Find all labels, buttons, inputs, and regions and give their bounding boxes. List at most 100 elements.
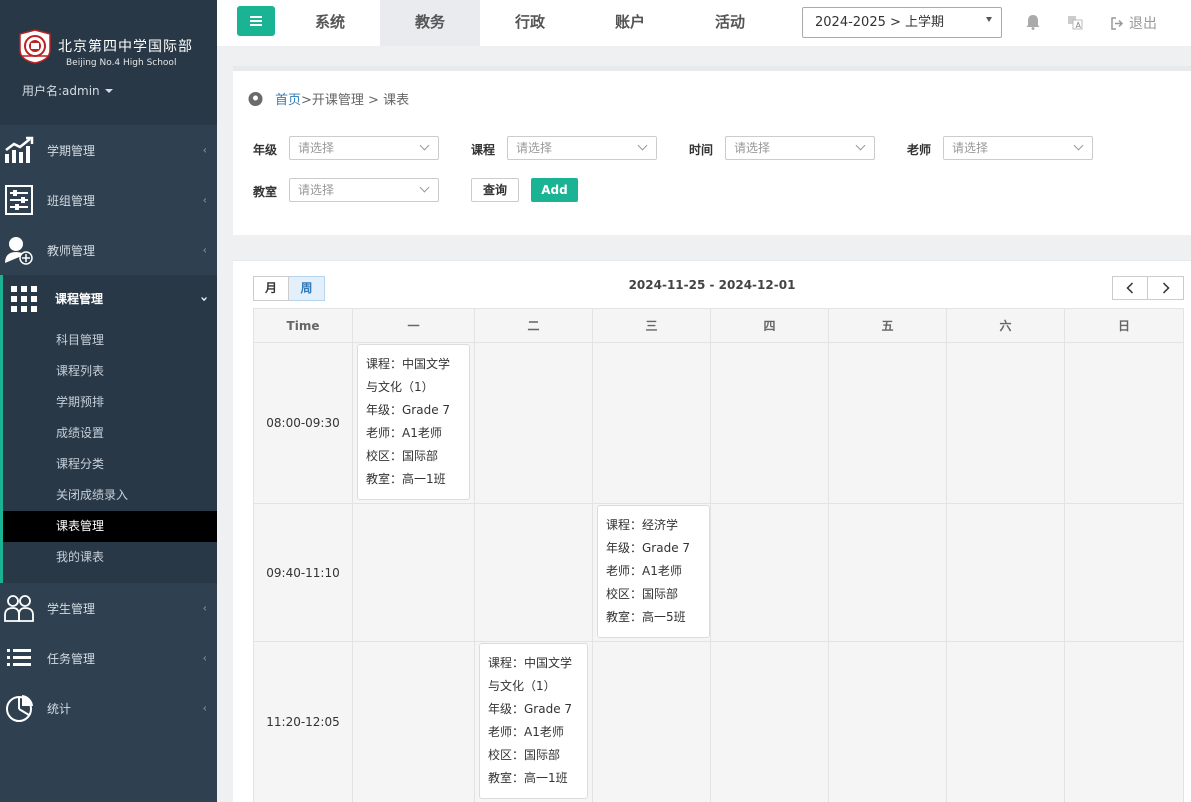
- tab-academic[interactable]: 教务: [380, 0, 480, 46]
- calendar-cell[interactable]: [946, 503, 1065, 642]
- menu-toggle-button[interactable]: [237, 6, 275, 36]
- event-course-line: 课程：中国文学: [488, 656, 573, 670]
- svg-text:A: A: [1076, 21, 1082, 30]
- add-button[interactable]: Add: [531, 178, 578, 202]
- nav-class-management[interactable]: 班组管理 ‹: [0, 175, 217, 225]
- submenu-course-list[interactable]: 课程列表: [3, 356, 217, 387]
- course-event-card[interactable]: 课程：中国文学 与文化（1） 年级：Grade 7 老师：A1老师 校区：国际部…: [357, 344, 470, 500]
- submenu-course-category[interactable]: 课程分类: [3, 449, 217, 480]
- logout-label: 退出: [1129, 16, 1157, 32]
- chevron-left-icon: [1126, 282, 1134, 294]
- calendar-cell[interactable]: [710, 503, 829, 642]
- chevron-left-icon: ‹: [202, 651, 207, 665]
- tab-account[interactable]: 账户: [580, 0, 680, 46]
- course-event-card[interactable]: 课程：经济学 年级：Grade 7 老师：A1老师 校区：国际部 教室：高一5班: [597, 505, 710, 638]
- event-classroom: 教室：高一5班: [606, 610, 686, 624]
- tab-system[interactable]: 系统: [280, 0, 380, 46]
- day-header-sat: 六: [946, 308, 1065, 343]
- calendar-cell[interactable]: [710, 641, 829, 802]
- nav-statistics[interactable]: 统计 ‹: [0, 683, 217, 733]
- chevron-down-icon: [1073, 140, 1084, 151]
- room-select[interactable]: 请选择: [289, 178, 439, 202]
- prev-week-button[interactable]: [1112, 276, 1148, 300]
- tab-administration[interactable]: 行政: [480, 0, 580, 46]
- submenu-timetable-management[interactable]: 课表管理: [3, 511, 217, 542]
- date-range: 2024-11-25 - 2024-12-01: [628, 278, 796, 292]
- submenu-my-timetable[interactable]: 我的课表: [3, 542, 217, 573]
- calendar-cell[interactable]: [474, 503, 593, 642]
- calendar-cell[interactable]: 课程：中国文学 与文化（1） 年级：Grade 7 老师：A1老师 校区：国际部…: [474, 641, 593, 802]
- calendar-cell[interactable]: [1064, 503, 1184, 642]
- calendar-cell[interactable]: [352, 641, 475, 802]
- calendar-cell[interactable]: [828, 641, 947, 802]
- nav-label: 教师管理: [47, 243, 96, 258]
- calendar-cell[interactable]: [1064, 641, 1184, 802]
- day-header-wed: 三: [592, 308, 711, 343]
- user-dropdown[interactable]: 用户名:admin: [0, 82, 217, 99]
- term-select[interactable]: 2024-2025 > 上学期: [802, 7, 1002, 38]
- calendar-cell[interactable]: [352, 503, 475, 642]
- term-select-value: 2024-2025 > 上学期: [815, 15, 945, 30]
- calendar-cell[interactable]: [474, 342, 593, 504]
- event-teacher: 老师：A1老师: [488, 725, 564, 739]
- calendar-cell[interactable]: [1064, 342, 1184, 504]
- user-label: 用户名:admin: [22, 84, 100, 98]
- tab-activity[interactable]: 活动: [680, 0, 780, 46]
- course-select[interactable]: 请选择: [507, 136, 657, 160]
- submenu-grade-settings[interactable]: 成绩设置: [3, 418, 217, 449]
- header-row: Time 一 二 三 四 五 六 日: [253, 308, 1184, 343]
- calendar-cell[interactable]: [828, 503, 947, 642]
- grid-icon: [9, 284, 39, 314]
- breadcrumb-home-link[interactable]: 首页: [275, 89, 301, 108]
- time-slot-label: 09:40-11:10: [253, 503, 353, 642]
- teacher-select[interactable]: 请选择: [943, 136, 1093, 160]
- time-select[interactable]: 请选择: [725, 136, 875, 160]
- time-slot-label: 11:20-12:05: [253, 641, 353, 802]
- logout-button[interactable]: 退出: [1110, 13, 1157, 33]
- calendar-cell[interactable]: 课程：经济学 年级：Grade 7 老师：A1老师 校区：国际部 教室：高一5班: [592, 503, 711, 642]
- nav-term-management[interactable]: 学期管理 ‹: [0, 125, 217, 175]
- chevron-right-icon: [1162, 282, 1170, 294]
- room-select-placeholder: 请选择: [298, 183, 335, 197]
- teacher-label: 老师: [907, 143, 932, 157]
- submenu-subject-management[interactable]: 科目管理: [3, 325, 217, 356]
- chevron-down-icon: [419, 140, 430, 151]
- submenu-term-preschedule[interactable]: 学期预排: [3, 387, 217, 418]
- next-week-button[interactable]: [1148, 276, 1184, 300]
- bell-icon[interactable]: [1025, 14, 1041, 30]
- chevron-down-icon: [855, 140, 866, 151]
- course-event-card[interactable]: 课程：中国文学 与文化（1） 年级：Grade 7 老师：A1老师 校区：国际部…: [479, 643, 588, 799]
- nav-task-management[interactable]: 任务管理 ‹: [0, 633, 217, 683]
- submenu-close-grade-entry[interactable]: 关闭成绩录入: [3, 480, 217, 511]
- calendar-cell[interactable]: [946, 342, 1065, 504]
- timetable-grid: Time 一 二 三 四 五 六 日 08:00-09:30 课程：中国文学 与…: [253, 308, 1184, 802]
- grade-select-placeholder: 请选择: [298, 141, 335, 155]
- nav-teacher-management[interactable]: 教师管理 ‹: [0, 225, 217, 275]
- users-icon: [4, 593, 34, 623]
- event-grade: 年级：Grade 7: [366, 403, 451, 417]
- nav-label: 学期管理: [47, 143, 96, 158]
- calendar-cell[interactable]: [592, 342, 711, 504]
- grade-select[interactable]: 请选择: [289, 136, 439, 160]
- calendar-cell[interactable]: [592, 641, 711, 802]
- translate-icon[interactable]: A: [1067, 14, 1083, 30]
- breadcrumb-path: >开课管理 > 课表: [301, 93, 410, 108]
- nav-label: 学生管理: [47, 601, 96, 616]
- calendar-cell[interactable]: [710, 342, 829, 504]
- time-slot-row: 08:00-09:30 课程：中国文学 与文化（1） 年级：Grade 7 老师…: [253, 342, 1184, 504]
- event-course-line: 课程：经济学: [606, 518, 679, 532]
- day-header-tue: 二: [474, 308, 593, 343]
- course-label: 课程: [471, 143, 496, 157]
- event-campus: 校区：国际部: [366, 449, 439, 463]
- chevron-left-icon: ‹: [202, 193, 207, 207]
- query-button[interactable]: 查询: [471, 178, 519, 202]
- nav-label: 课程管理: [55, 292, 104, 306]
- nav-student-management[interactable]: 学生管理 ‹: [0, 583, 217, 633]
- course-submenu: 科目管理 课程列表 学期预排 成绩设置 课程分类 关闭成绩录入 课表管理 我的课…: [0, 322, 217, 583]
- nav-course-management[interactable]: 课程管理 ‹: [0, 275, 217, 322]
- room-label: 教室: [253, 185, 278, 199]
- calendar-cell[interactable]: [946, 641, 1065, 802]
- chevron-left-icon: ‹: [202, 701, 207, 715]
- calendar-cell[interactable]: [828, 342, 947, 504]
- calendar-cell[interactable]: 课程：中国文学 与文化（1） 年级：Grade 7 老师：A1老师 校区：国际部…: [352, 342, 475, 504]
